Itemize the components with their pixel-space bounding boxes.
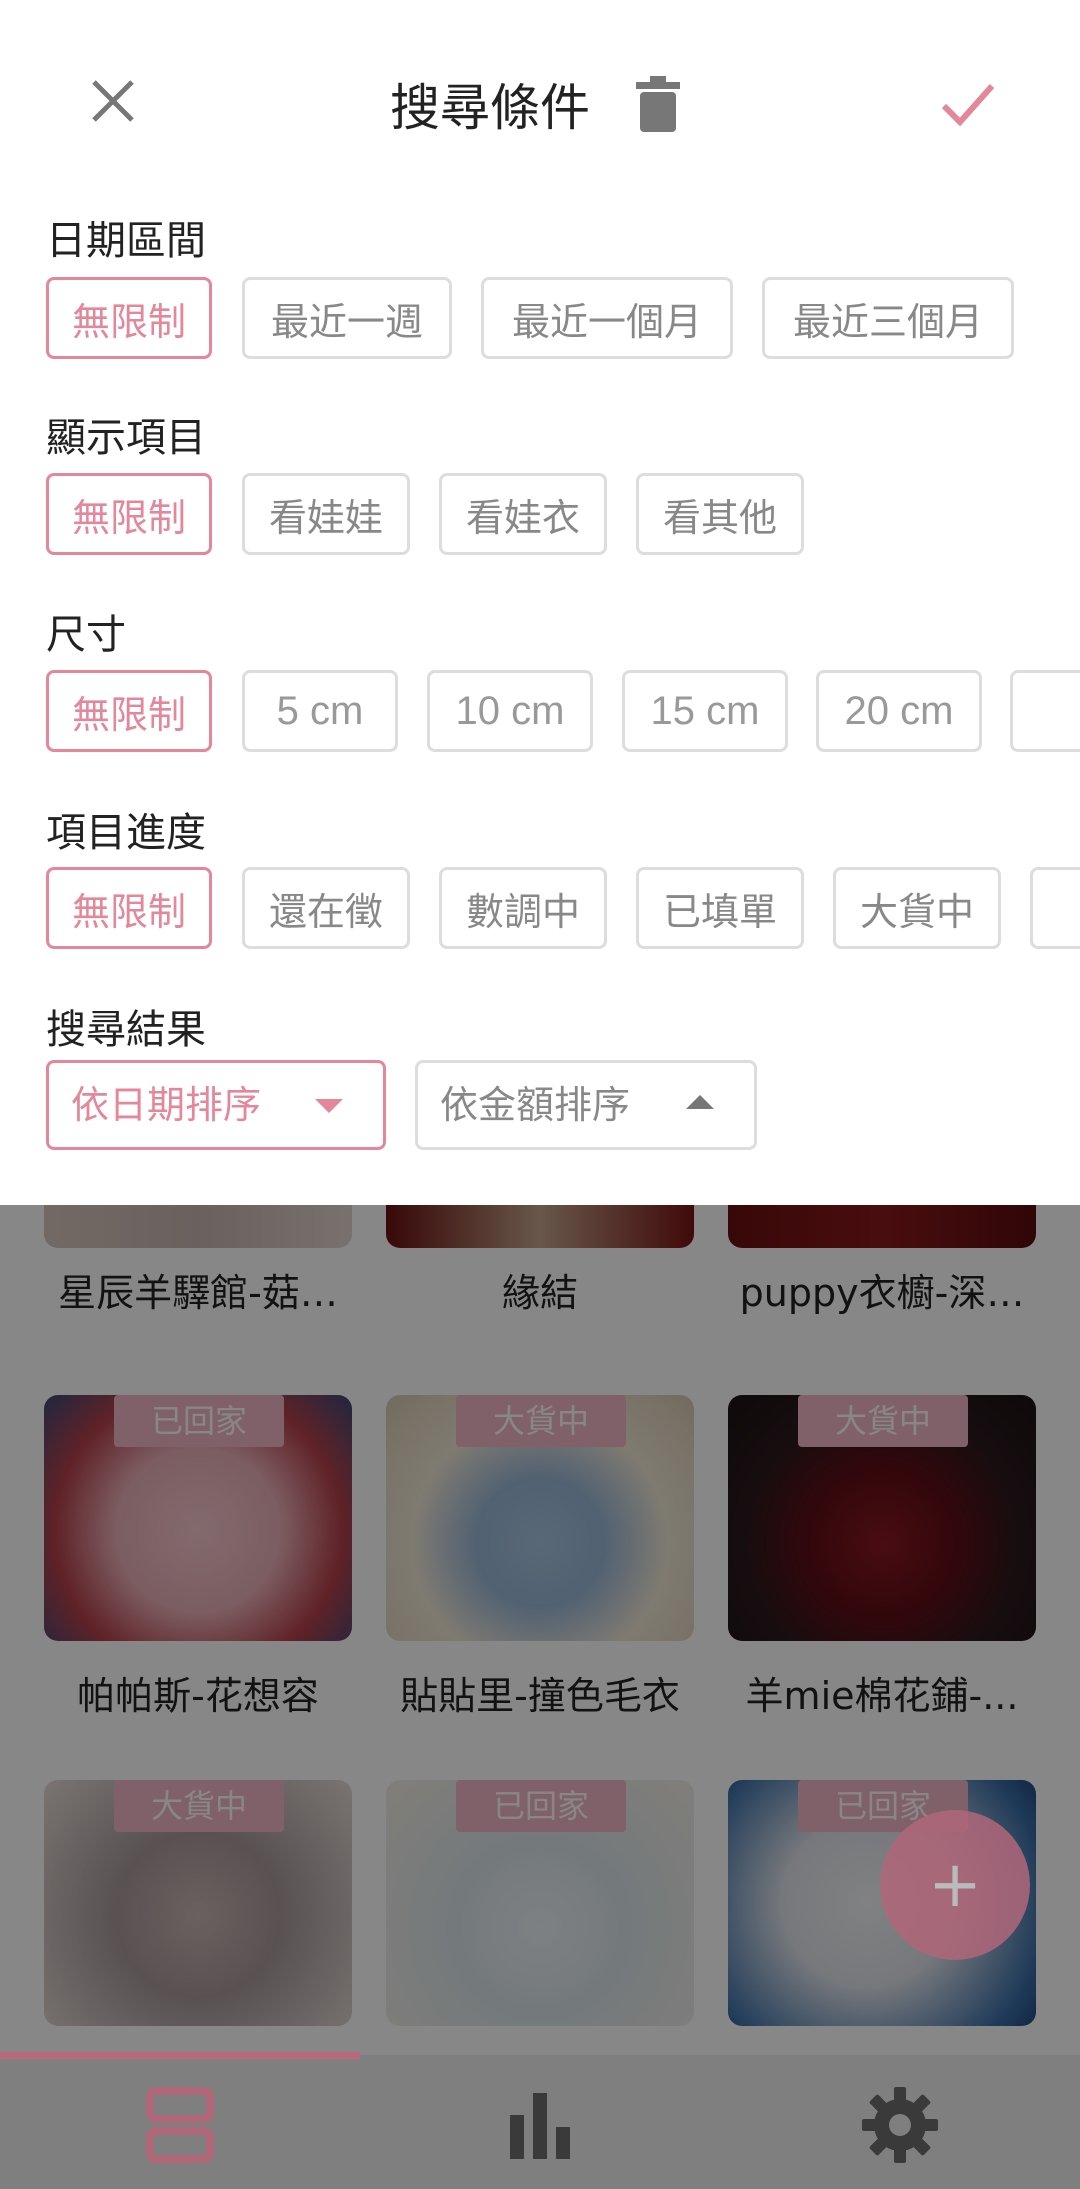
progress-option-ordered[interactable]: 已填單 — [636, 867, 804, 949]
search-filter-sheet: 搜尋條件 日期區間 無限制 最近一週 最近一個月 最近三個月 顯示項目 無限制 … — [0, 0, 1080, 1205]
nav-active-indicator — [0, 2052, 360, 2059]
bar-chart-icon[interactable] — [500, 2085, 580, 2165]
progress-option-surveying[interactable]: 數調中 — [439, 867, 607, 949]
sort-by-date-label: 依日期排序 — [71, 1083, 262, 1127]
progress-option-collecting[interactable]: 還在徵 — [242, 867, 410, 949]
list-icon[interactable] — [140, 2085, 220, 2165]
display-option-unlimited[interactable]: 無限制 — [46, 473, 212, 555]
progress-option-unlimited[interactable]: 無限制 — [46, 867, 212, 949]
display-option-clothes[interactable]: 看娃衣 — [439, 473, 607, 555]
progress-option-production[interactable]: 大貨中 — [833, 867, 1001, 949]
date-option-week[interactable]: 最近一週 — [242, 277, 452, 359]
close-icon[interactable] — [80, 68, 146, 134]
date-option-month[interactable]: 最近一個月 — [481, 277, 733, 359]
sort-label: 搜尋結果 — [46, 1007, 206, 1053]
chevron-up-icon — [686, 1095, 714, 1109]
add-button[interactable]: + — [880, 1810, 1030, 1960]
date-range-label: 日期區間 — [46, 218, 206, 264]
sort-by-date-dropdown[interactable]: 依日期排序 — [46, 1060, 386, 1150]
date-option-three-months[interactable]: 最近三個月 — [762, 277, 1014, 359]
page-title: 搜尋條件 — [390, 79, 590, 137]
size-option-10cm[interactable]: 10 cm — [427, 670, 593, 752]
progress-label: 項目進度 — [46, 810, 206, 856]
trash-icon[interactable] — [636, 76, 680, 132]
progress-option-more[interactable] — [1030, 867, 1080, 949]
check-icon[interactable] — [938, 78, 998, 128]
plus-icon: + — [928, 1848, 982, 1922]
chevron-down-icon — [315, 1099, 343, 1113]
size-option-5cm[interactable]: 5 cm — [242, 670, 398, 752]
size-option-more[interactable] — [1010, 670, 1080, 752]
display-option-other[interactable]: 看其他 — [636, 473, 804, 555]
size-option-unlimited[interactable]: 無限制 — [46, 670, 212, 752]
sort-by-amount-dropdown[interactable]: 依金額排序 — [415, 1060, 757, 1150]
gear-icon[interactable] — [860, 2085, 940, 2165]
size-option-20cm[interactable]: 20 cm — [816, 670, 982, 752]
display-items-label: 顯示項目 — [46, 415, 206, 461]
size-option-15cm[interactable]: 15 cm — [622, 670, 788, 752]
date-option-unlimited[interactable]: 無限制 — [46, 277, 212, 359]
sort-by-amount-label: 依金額排序 — [440, 1083, 631, 1127]
display-option-dolls[interactable]: 看娃娃 — [242, 473, 410, 555]
size-label: 尺寸 — [46, 612, 126, 658]
